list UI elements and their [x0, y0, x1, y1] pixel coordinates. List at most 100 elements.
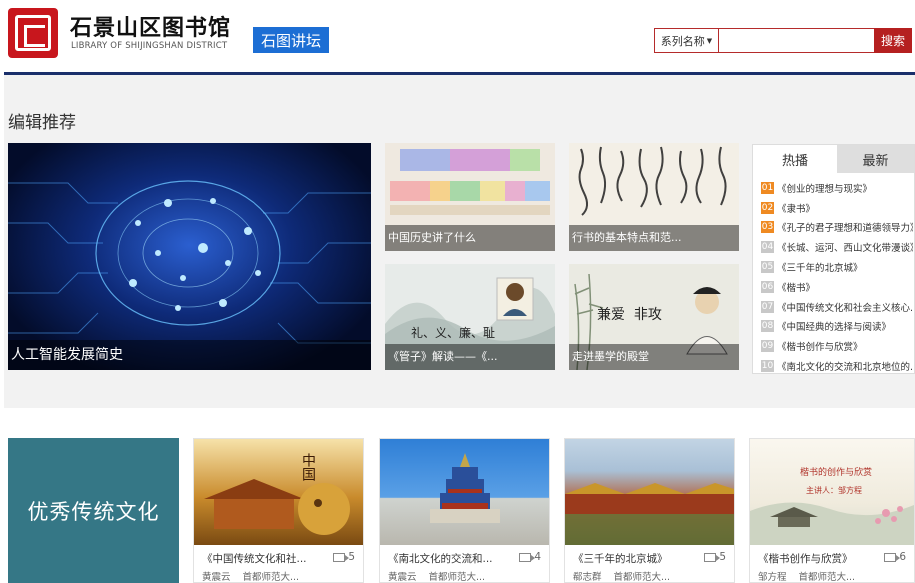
mozi-inner-text: 兼爱 非攻	[597, 307, 662, 323]
hot-list: 01 《创业的理想与现实》 02 《隶书》 03 《孔子的君子理想和道德领导力》 04…	[761, 178, 913, 376]
lecture-meta: 黄震云 首都师范大...	[388, 569, 485, 583]
channel-tag[interactable]: 石图讲坛	[253, 27, 329, 53]
episode-count: 6	[884, 551, 906, 563]
episode-count-value: 6	[899, 551, 906, 563]
section-title-editor-picks: 编辑推荐	[8, 113, 76, 133]
hot-item-title: 《三千年的北京城》	[777, 263, 863, 275]
speaker-name: 黄震云	[388, 572, 417, 583]
lecture-title[interactable]: 《中国传统文化和社...	[202, 551, 320, 566]
hot-item-title: 《中国经典的选择与阅读》	[777, 322, 892, 334]
search-type-label: 系列名称	[660, 34, 705, 48]
hot-list-item[interactable]: 04 《长城、运河、西山文化带漫谈》	[761, 237, 913, 257]
hot-item-title: 《南北文化的交流和北京地位的...	[777, 362, 913, 374]
hot-list-item[interactable]: 08 《中国经典的选择与阅读》	[761, 317, 913, 337]
hot-list-item[interactable]: 09 《楷书创作与欣赏》	[761, 336, 913, 356]
hot-list-item[interactable]: 02 《隶书》	[761, 198, 913, 218]
pick-tile-ai[interactable]: 人工智能发展简史	[8, 143, 371, 370]
rank-badge: 10	[761, 360, 774, 373]
hot-list-item[interactable]: 10 《南北文化的交流和北京地位的...	[761, 356, 913, 376]
tile-caption: 人工智能发展简史	[8, 340, 371, 370]
lecture-title[interactable]: 《楷书创作与欣赏》	[758, 551, 876, 566]
episode-count-value: 5	[348, 551, 355, 563]
hot-tabs: 热播 最新	[753, 145, 914, 173]
hot-item-title: 《楷书创作与欣赏》	[777, 342, 863, 354]
hot-list-item[interactable]: 07 《中国传统文化和社会主义核心...	[761, 297, 913, 317]
hot-item-title: 《楷书》	[777, 282, 816, 294]
tab-hot[interactable]: 热播	[753, 145, 837, 173]
pick-tile-history[interactable]: 中国历史讲了什么	[385, 143, 555, 251]
episode-count: 5	[704, 551, 726, 563]
video-icon	[704, 552, 721, 562]
video-icon	[884, 552, 901, 562]
lecture-thumbnail[interactable]	[380, 439, 549, 545]
tile-caption: 走进墨学的殿堂	[569, 344, 739, 370]
search-bar: 系列名称 ▼ 搜索	[654, 28, 912, 53]
rank-badge: 02	[761, 201, 774, 214]
hot-item-title: 《孔子的君子理想和道德领导力》	[777, 223, 913, 235]
hot-list-item[interactable]: 06 《楷书》	[761, 277, 913, 297]
category-traditional-culture[interactable]: 优秀传统文化	[8, 438, 179, 583]
thumbnail-overlay-text: 楷书的创作与欣赏	[800, 468, 873, 478]
thumbnail-speaker-text: 主讲人：邹方程	[806, 486, 862, 495]
hot-item-title: 《长城、运河、西山文化带漫谈》	[777, 243, 913, 255]
lecture-thumbnail[interactable]: 楷书的创作与欣赏 主讲人：邹方程	[750, 439, 914, 545]
hot-item-title: 《创业的理想与现实》	[777, 183, 873, 195]
chevron-down-icon: ▼	[706, 36, 713, 45]
search-input[interactable]	[721, 30, 873, 51]
rank-badge: 07	[761, 300, 774, 313]
hot-item-title: 《中国传统文化和社会主义核心...	[777, 302, 913, 314]
rank-badge: 04	[761, 241, 774, 254]
pick-tile-calligraphy[interactable]: 行书的基本特点和范...	[569, 143, 739, 251]
episode-count-value: 5	[719, 551, 726, 563]
library-name-en: LIBRARY OF SHIJINGSHAN DISTRICT	[71, 41, 228, 51]
library-name[interactable]: 石景山区图书馆	[70, 10, 231, 42]
hot-item-title: 《隶书》	[777, 203, 816, 215]
lecture-card[interactable]: 楷书的创作与欣赏 主讲人：邹方程 《楷书创作与欣赏》 6 邹方程 首都师范大...	[749, 438, 915, 583]
search-button[interactable]: 搜索	[874, 28, 912, 53]
lecture-card[interactable]: 《三千年的北京城》 5 郗志群 首都师范大...	[564, 438, 735, 583]
library-logo[interactable]	[8, 8, 58, 58]
video-icon	[519, 552, 536, 562]
episode-count-value: 4	[534, 551, 541, 563]
speaker-org: 首都师范大...	[613, 572, 671, 583]
palace-lion-image	[204, 479, 350, 535]
speaker-name: 邹方程	[758, 572, 787, 583]
lecture-card[interactable]: 《南北文化的交流和... 4 黄震云 首都师范大...	[379, 438, 550, 583]
pick-tile-mozi[interactable]: 兼爱 非攻 走进墨学的殿堂	[569, 264, 739, 370]
speaker-org: 首都师范大...	[798, 572, 856, 583]
lecture-meta: 黄震云 首都师范大...	[202, 569, 299, 583]
rank-badge: 03	[761, 221, 774, 234]
episode-count: 5	[333, 551, 355, 563]
pick-tile-guanzi[interactable]: 礼、义、廉、耻 《管子》解读——《...	[385, 264, 555, 370]
lecture-card[interactable]: 中国 《中国传统文化和社... 5 黄震云 首都师范大...	[193, 438, 364, 583]
rank-badge: 05	[761, 261, 774, 274]
rank-badge: 09	[761, 340, 774, 353]
rank-badge: 06	[761, 280, 774, 293]
lecture-thumbnail[interactable]: 中国	[194, 439, 363, 545]
tab-latest[interactable]: 最新	[837, 145, 914, 173]
speaker-name: 郗志群	[573, 572, 602, 583]
speaker-org: 首都师范大...	[242, 572, 300, 583]
hot-list-item[interactable]: 03 《孔子的君子理想和道德领导力》	[761, 218, 913, 238]
hot-list-item[interactable]: 05 《三千年的北京城》	[761, 257, 913, 277]
speaker-org: 首都师范大...	[428, 572, 486, 583]
temple-of-heaven-image	[430, 453, 500, 523]
video-icon	[333, 552, 350, 562]
forbidden-city-image	[565, 483, 734, 545]
lecture-meta: 邹方程 首都师范大...	[758, 569, 855, 583]
tile-caption: 《管子》解读——《...	[385, 344, 555, 370]
episode-count: 4	[519, 551, 541, 563]
lecture-thumbnail[interactable]	[565, 439, 734, 545]
guanzi-inner-text: 礼、义、廉、耻	[411, 326, 496, 340]
hot-list-item[interactable]: 01 《创业的理想与现实》	[761, 178, 913, 198]
lecture-title[interactable]: 《三千年的北京城》	[573, 551, 691, 566]
tile-caption: 行书的基本特点和范...	[569, 225, 739, 251]
thumbnail-overlay-text: 中国	[300, 453, 316, 481]
search-type-select[interactable]: 系列名称 ▼	[655, 29, 719, 52]
hot-list-panel: 热播 最新 01 《创业的理想与现实》 02 《隶书》 03 《孔子的君子理想和道德领…	[752, 144, 915, 374]
tile-caption: 中国历史讲了什么	[385, 225, 555, 251]
rank-badge: 08	[761, 320, 774, 333]
site-header: 石景山区图书馆 LIBRARY OF SHIJINGSHAN DISTRICT …	[0, 0, 915, 72]
lecture-meta: 郗志群 首都师范大...	[573, 569, 670, 583]
lecture-title[interactable]: 《南北文化的交流和...	[388, 551, 506, 566]
